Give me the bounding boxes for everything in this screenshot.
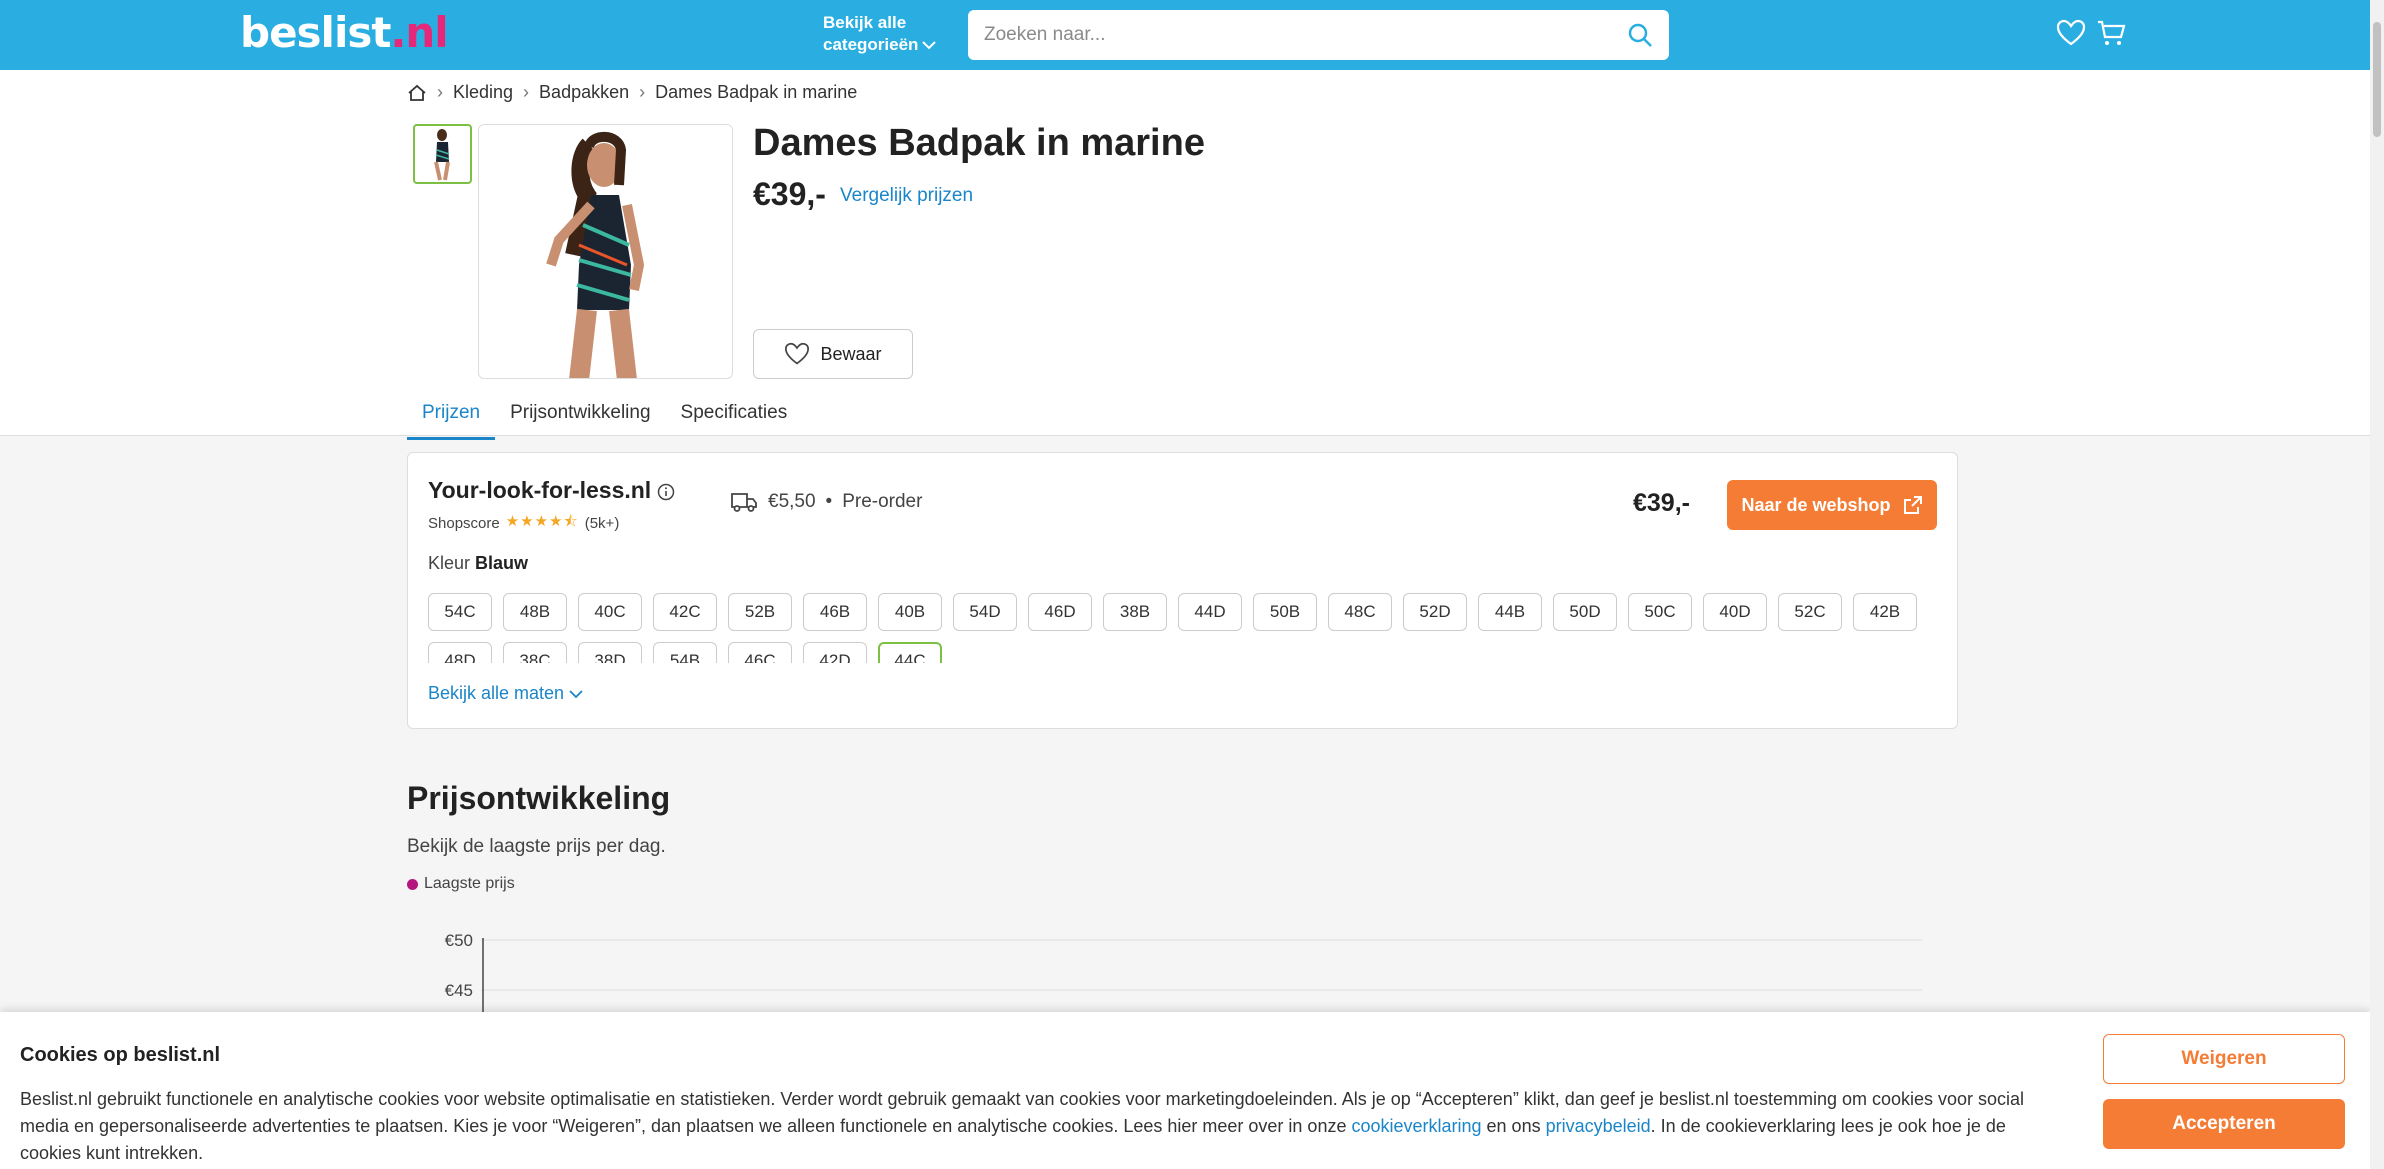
webshop-button[interactable]: Naar de webshop — [1727, 480, 1937, 530]
search-input[interactable] — [984, 10, 1584, 60]
size-option[interactable]: 50D — [1553, 593, 1617, 631]
size-option[interactable]: 42D — [803, 642, 867, 663]
size-option[interactable]: 38D — [578, 642, 642, 663]
chevron-right-icon: › — [639, 82, 646, 102]
accept-button[interactable]: Accepteren — [2103, 1099, 2345, 1149]
color-label: Kleur — [428, 553, 471, 573]
tab-prijzen[interactable]: Prijzen — [407, 390, 496, 440]
search-icon[interactable] — [1627, 22, 1653, 48]
shipping-info: €5,50 • Pre-order — [730, 491, 922, 513]
breadcrumb-item[interactable]: Kleding — [453, 82, 513, 103]
review-count: (5k+) — [584, 515, 620, 532]
price-history-title: Prijsontwikkeling — [407, 780, 671, 816]
size-option[interactable]: 46B — [803, 593, 867, 631]
size-option[interactable]: 52C — [1778, 593, 1842, 631]
size-option[interactable]: 52D — [1403, 593, 1467, 631]
cookie-title: Cookies op beslist.nl — [20, 1044, 221, 1066]
size-options: 54C 48B 40C 42C 52B 46B 40B 54D 46D 38B 44D 50B 48C 5… — [428, 593, 1928, 663]
all-sizes-link[interactable]: Bekijk alle maten — [428, 683, 583, 704]
size-option[interactable]: 40C — [578, 593, 642, 631]
size-option[interactable]: 38B — [1103, 593, 1167, 631]
size-option[interactable]: 48B — [503, 593, 567, 631]
breadcrumb-item[interactable]: Badpakken — [539, 82, 629, 103]
size-option[interactable]: 44B — [1478, 593, 1542, 631]
size-option[interactable]: 42C — [653, 593, 717, 631]
home-icon[interactable] — [407, 84, 427, 102]
rating-stars: ★★★★⯪ — [505, 513, 579, 530]
scrollbar[interactable] — [2370, 0, 2384, 1169]
size-option[interactable]: 50C — [1628, 593, 1692, 631]
size-option[interactable]: 46C — [728, 642, 792, 663]
legend-dot — [407, 878, 418, 890]
truck-icon — [731, 493, 757, 512]
cart-icon[interactable] — [2096, 18, 2126, 48]
product-thumbnail[interactable] — [413, 124, 472, 184]
chevron-right-icon: › — [437, 82, 443, 102]
tab-prijsontwikkeling[interactable]: Prijsontwikkeling — [495, 390, 665, 440]
size-option[interactable]: 48C — [1328, 593, 1392, 631]
chart-legend: Laagste prijs — [407, 875, 515, 893]
separator-dot: • — [825, 491, 833, 512]
size-option[interactable]: 40B — [878, 593, 942, 631]
external-link-icon — [1903, 496, 1922, 514]
scrollbar-thumb[interactable] — [2373, 22, 2381, 137]
price-history-subtitle: Bekijk de laagste prijs per dag. — [407, 836, 666, 857]
legend-label: Laagste prijs — [424, 875, 515, 892]
size-option[interactable]: 54B — [653, 642, 717, 663]
info-icon[interactable] — [657, 483, 675, 501]
size-option[interactable]: 50B — [1253, 593, 1317, 631]
search-box — [968, 10, 1669, 60]
size-option[interactable]: 52B — [728, 593, 792, 631]
availability: Pre-order — [842, 491, 923, 512]
size-option[interactable]: 40D — [1703, 593, 1767, 631]
tab-specificaties[interactable]: Specificaties — [666, 390, 803, 440]
product-image[interactable] — [478, 124, 733, 379]
product-title: Dames Badpak in marine — [753, 122, 1205, 164]
offer-price: €39,- — [1633, 489, 1690, 517]
y-tick-label: €50 — [445, 931, 473, 950]
shopscore-label: Shopscore — [428, 515, 500, 532]
color-value: Blauw — [475, 553, 529, 573]
size-option[interactable]: 48D — [428, 642, 492, 663]
size-option[interactable]: 44C — [878, 642, 942, 663]
chevron-down-icon — [922, 41, 937, 50]
size-option[interactable]: 54D — [953, 593, 1017, 631]
save-label: Bewaar — [820, 343, 882, 364]
cookie-banner: Cookies op beslist.nl Beslist.nl gebruik… — [0, 1012, 2370, 1169]
categories-line-2: categorieën — [823, 35, 919, 54]
size-option[interactable]: 44D — [1178, 593, 1242, 631]
heart-icon — [785, 342, 810, 365]
tab-bar: Prijzen Prijsontwikkeling Specificaties — [407, 390, 802, 440]
price-history-chart: €50 €45 — [445, 931, 1922, 1020]
categories-menu[interactable]: Bekijk alle categorieën — [823, 12, 937, 56]
size-option[interactable]: 54C — [428, 593, 492, 631]
shipping-cost: €5,50 — [768, 491, 816, 512]
color-row: Kleur Blauw — [428, 553, 528, 574]
offer-card: Your-look-for-less.nl Shopscore ★★★★⯪ (5… — [407, 452, 1958, 729]
categories-line-1: Bekijk alle — [823, 13, 907, 32]
product-price: €39,- — [753, 176, 826, 212]
shop-name[interactable]: Your-look-for-less.nl — [428, 477, 675, 504]
breadcrumb-item[interactable]: Dames Badpak in marine — [655, 82, 857, 103]
cookie-policy-link[interactable]: cookieverklaring — [1351, 1116, 1481, 1136]
size-option[interactable]: 46D — [1028, 593, 1092, 631]
size-option[interactable]: 42B — [1853, 593, 1917, 631]
breadcrumb: › Kleding › Badpakken › Dames Badpak in … — [407, 82, 857, 103]
size-option[interactable]: 38C — [503, 642, 567, 663]
logo[interactable]: beslist.nl — [240, 8, 449, 57]
decline-button[interactable]: Weigeren — [2103, 1034, 2345, 1084]
chevron-right-icon: › — [523, 82, 530, 102]
privacy-policy-link[interactable]: privacybeleid — [1546, 1116, 1651, 1136]
webshop-label: Naar de webshop — [1741, 494, 1891, 515]
compare-prices-link[interactable]: Vergelijk prijzen — [840, 185, 973, 207]
cookie-text: Beslist.nl gebruikt functionele en analy… — [20, 1089, 2025, 1163]
top-bar: beslist.nl Bekijk alle categorieën — [0, 0, 2384, 70]
heart-icon[interactable] — [2056, 18, 2086, 48]
save-button[interactable]: Bewaar — [753, 329, 913, 379]
chevron-down-icon — [569, 690, 583, 699]
y-tick-label: €45 — [445, 981, 473, 1000]
shopscore: Shopscore ★★★★⯪ (5k+) — [428, 511, 619, 536]
